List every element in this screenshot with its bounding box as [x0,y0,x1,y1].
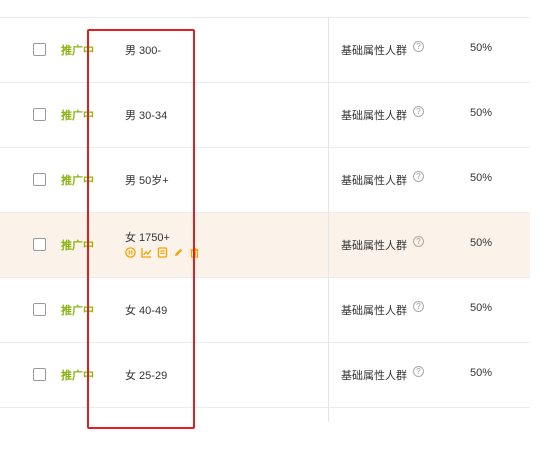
crowd-name[interactable]: 男 30-34 [125,107,167,123]
row-checkbox[interactable] [33,303,46,316]
status-label: 推广中 [61,175,94,187]
status-label: 推广中 [61,240,94,252]
crowd-type: 基础属性人群 [341,110,407,122]
crowd-type: 基础属性人群 [341,370,407,382]
table-row: 推广中 女 40-49 基础属性人群 ? 50% [0,277,530,342]
crowd-name[interactable]: 女 40-49 [125,302,167,318]
delete-icon[interactable] [189,247,200,258]
table-row: 推广中 女 25-29 基础属性人群 ? 50% [0,342,530,407]
edit-icon[interactable] [173,247,184,258]
status-label: 推广中 [61,305,94,317]
crowd-type: 基础属性人群 [341,175,407,187]
premium-percent: 50% [470,302,493,314]
crowd-type: 基础属性人群 [341,305,407,317]
premium-percent: 50% [470,42,493,54]
chart-icon[interactable] [141,247,152,258]
help-icon[interactable]: ? [413,41,424,52]
row-checkbox[interactable] [33,238,46,251]
crowd-name[interactable]: 男 300- [125,42,161,58]
help-icon[interactable]: ? [413,236,424,247]
report-icon[interactable] [157,247,168,258]
help-icon[interactable]: ? [413,366,424,377]
help-icon[interactable]: ? [413,106,424,117]
crowd-name[interactable]: 女 1750+ [125,229,170,245]
help-icon[interactable]: ? [413,301,424,312]
premium-percent: 50% [470,367,493,379]
premium-percent: 50% [470,172,493,184]
premium-percent: 50% [470,107,493,119]
row-actions [125,247,200,258]
crowd-name[interactable]: 女 25-29 [125,367,167,383]
status-label: 推广中 [61,370,94,382]
table-row-partial [0,407,530,472]
crowd-name[interactable]: 男 50岁+ [125,172,169,188]
table-row: 推广中 男 30-34 基础属性人群 ? 50% [0,82,530,147]
crowd-table: 推广中 男 300- 基础属性人群 ? 50% 推广中 男 30-34 基础属性… [0,17,530,472]
row-checkbox[interactable] [33,173,46,186]
status-label: 推广中 [61,45,94,57]
table-row-hovered: 推广中 女 1750+ 基础属性人群 ? 50% [0,212,530,277]
table-row: 推广中 男 50岁+ 基础属性人群 ? 50% [0,147,530,212]
table-row: 推广中 男 300- 基础属性人群 ? 50% [0,17,530,82]
crowd-type: 基础属性人群 [341,45,407,57]
row-checkbox[interactable] [33,43,46,56]
help-icon[interactable]: ? [413,171,424,182]
pause-icon[interactable] [125,247,136,258]
column-divider [328,17,329,422]
row-checkbox[interactable] [33,108,46,121]
crowd-type: 基础属性人群 [341,240,407,252]
status-label: 推广中 [61,110,94,122]
row-checkbox[interactable] [33,368,46,381]
premium-percent: 50% [470,237,493,249]
